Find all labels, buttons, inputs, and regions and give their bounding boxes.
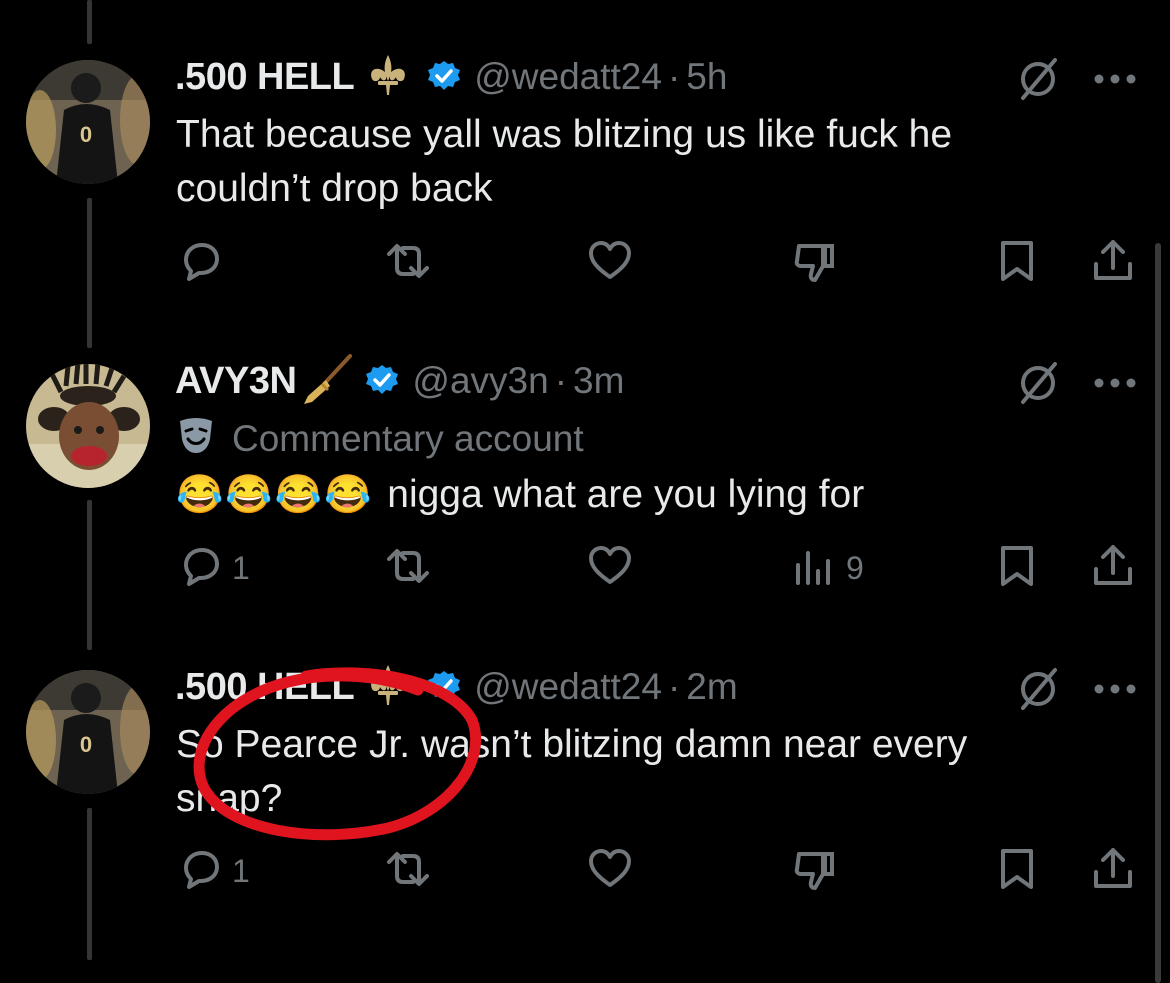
avatar[interactable]: 0 xyxy=(26,60,150,184)
timestamp[interactable]: 5h xyxy=(686,56,727,98)
retweet-button[interactable] xyxy=(385,545,431,591)
separator-dot: · xyxy=(667,666,681,707)
fleur-de-lis-icon xyxy=(364,661,412,714)
like-button[interactable] xyxy=(587,545,633,591)
timestamp[interactable]: 3m xyxy=(573,360,624,402)
reply-icon xyxy=(178,238,224,289)
timestamp[interactable]: 2m xyxy=(686,666,737,708)
verified-icon[interactable] xyxy=(426,59,462,95)
share-icon xyxy=(1090,543,1136,594)
like-icon xyxy=(587,238,633,289)
analytics-icon xyxy=(792,543,838,594)
retweet-icon xyxy=(385,846,431,897)
tweet-header: .500 HELL @wedatt24 · 2m xyxy=(175,660,738,714)
handle[interactable]: @wedatt24 xyxy=(474,56,662,98)
account-label[interactable]: Commentary account xyxy=(176,414,584,464)
action-bar: 1 9 xyxy=(0,543,1170,594)
share-icon xyxy=(1090,238,1136,289)
display-name[interactable]: .500 HELL xyxy=(175,56,355,99)
bookmark-icon xyxy=(994,543,1040,594)
display-name[interactable]: AVY3N xyxy=(175,360,297,403)
svg-text:0: 0 xyxy=(80,732,92,757)
avatar[interactable]: 0 xyxy=(26,670,150,794)
thread-line-top xyxy=(87,0,92,44)
dislike-button[interactable] xyxy=(792,240,838,286)
handle[interactable]: @avy3n xyxy=(412,360,548,402)
action-bar xyxy=(0,238,1170,289)
separator-dot: · xyxy=(667,56,681,97)
retweet-icon xyxy=(385,543,431,594)
avatar[interactable] xyxy=(26,364,150,488)
analytics-count: 9 xyxy=(846,549,864,586)
verified-icon[interactable] xyxy=(426,669,462,705)
more-icon[interactable] xyxy=(1093,72,1137,86)
reply-button[interactable] xyxy=(178,240,232,286)
like-button[interactable] xyxy=(587,848,633,894)
tweet-text-line: 😂😂😂😂 nigga what are you lying for xyxy=(176,468,1076,522)
display-name[interactable]: .500 HELL xyxy=(175,666,355,709)
grok-icon[interactable] xyxy=(1015,666,1061,712)
reply-button[interactable]: 1 xyxy=(178,848,250,894)
reply-count: 1 xyxy=(232,852,250,889)
tweet-text: nigga what are you lying for xyxy=(387,473,865,516)
like-icon xyxy=(587,543,633,594)
tweet-header: AVY3N @avy3n · 3m xyxy=(175,352,624,411)
svg-text:0: 0 xyxy=(80,122,92,147)
account-label-text: Commentary account xyxy=(232,418,584,459)
more-icon[interactable] xyxy=(1093,376,1137,390)
dislike-icon xyxy=(792,846,838,897)
grok-icon[interactable] xyxy=(1015,56,1061,102)
tweet-text: So Pearce Jr. wasn’t blitzing damn near … xyxy=(176,723,968,820)
more-icon[interactable] xyxy=(1093,682,1137,696)
tweet-header: .500 HELL @wedatt24 · 5h xyxy=(175,50,727,104)
retweet-button[interactable] xyxy=(385,848,431,894)
fleur-de-lis-icon xyxy=(364,51,412,104)
bookmark-button[interactable] xyxy=(994,240,1040,286)
share-button[interactable] xyxy=(1090,238,1136,289)
reply-icon xyxy=(178,543,224,594)
bookmark-button[interactable] xyxy=(994,545,1040,591)
retweet-button[interactable] xyxy=(385,240,431,286)
bookmark-button[interactable] xyxy=(994,848,1040,894)
bookmark-icon xyxy=(994,846,1040,897)
separator-dot: · xyxy=(554,360,568,401)
reply-button[interactable]: 1 xyxy=(178,545,250,591)
share-button[interactable] xyxy=(1090,543,1136,594)
grok-icon[interactable] xyxy=(1015,360,1061,406)
handle[interactable]: @wedatt24 xyxy=(474,666,662,708)
broom-icon xyxy=(300,352,354,411)
theater-mask-icon xyxy=(176,415,216,464)
retweet-icon xyxy=(385,238,431,289)
dislike-icon xyxy=(792,238,838,289)
share-icon xyxy=(1090,846,1136,897)
reply-icon xyxy=(178,846,224,897)
verified-icon[interactable] xyxy=(364,363,400,399)
like-button[interactable] xyxy=(587,240,633,286)
dislike-button[interactable] xyxy=(792,848,838,894)
laughing-emojis: 😂😂😂😂 xyxy=(176,474,374,516)
action-bar: 1 xyxy=(0,846,1170,897)
bookmark-icon xyxy=(994,238,1040,289)
reply-count: 1 xyxy=(232,549,250,586)
analytics-button[interactable]: 9 xyxy=(792,545,864,591)
tweet-text: That because yall was blitzing us like f… xyxy=(176,113,953,210)
share-button[interactable] xyxy=(1090,846,1136,897)
like-icon xyxy=(587,846,633,897)
